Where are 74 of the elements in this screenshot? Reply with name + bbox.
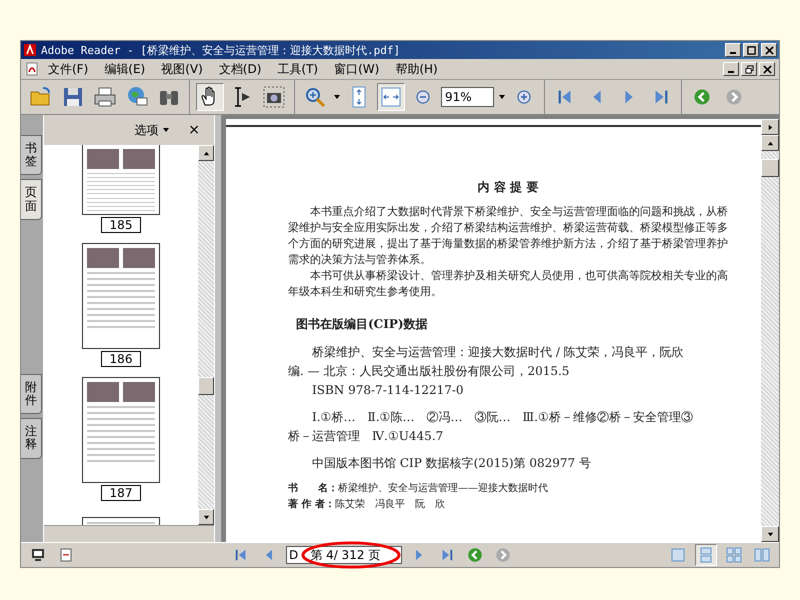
hand-tool-button[interactable]: [196, 83, 224, 111]
scroll-thumb[interactable]: [198, 376, 214, 395]
minus-icon: [414, 88, 432, 106]
paragraph: 本书可供从事桥梁设计、管理养护及相关研究人员使用，也可供高等院校相关专业的高年级本科生和研究生参考使用。: [288, 268, 728, 300]
side-tab[interactable]: 注释: [21, 418, 42, 458]
down-arrow-icon[interactable]: [202, 514, 210, 520]
cip-entry: 中国版本图书馆 CIP 数据核字(2015)第 082977 号: [311, 455, 592, 472]
menu-item[interactable]: 文件(F): [41, 60, 96, 78]
minimize-button[interactable]: [723, 62, 739, 76]
credit-value: 桥梁维护、安全与运营管理——迎接大数据时代: [338, 482, 548, 496]
pdf-icon: [25, 62, 39, 76]
menu-item[interactable]: 视图(V): [154, 60, 210, 78]
menu-item[interactable]: 窗口(W): [327, 60, 386, 78]
stacked-pages-icon: [698, 547, 714, 563]
maximize-icon: [746, 46, 756, 54]
scrollbar[interactable]: [198, 145, 214, 525]
cip-entry: 桥梁维护、安全与运营管理：迎接大数据时代 / 陈艾荣，冯良平，阮欣编. — 北京：人民交通出版社股份有限公司，2015.5: [288, 344, 685, 380]
menu-item[interactable]: 工具(T): [270, 60, 326, 78]
cip-heading: 图书在版编目(CIP)数据: [296, 316, 429, 333]
up-arrow-icon[interactable]: [766, 140, 774, 146]
app-logo-icon: [23, 43, 37, 57]
page-thumbnail[interactable]: [82, 243, 160, 349]
caret-icon[interactable]: [162, 126, 170, 134]
section-heading: 内 容 提 要: [476, 179, 540, 196]
credit-label: 著 作 者：: [288, 498, 335, 512]
printer-icon: [93, 85, 117, 109]
options-menu-button[interactable]: 选项: [134, 122, 158, 138]
close-icon: [762, 64, 772, 74]
paragraph: 本书重点介绍了大数据时代背景下桥梁维护、安全与运营管理面临的问题和挑战，从桥梁维护与安全应用实际出发，介绍了桥梁结构运营维护、桥梁运营荷载、桥梁模型修正等多个方面的研究进展，提出了基于海量数据的桥梁管养维护新方法，介绍了基于桥梁管理养护需求的决策方法与管养体系。: [288, 204, 728, 268]
continuous-button[interactable]: [695, 544, 717, 566]
scroll-thumb[interactable]: [761, 158, 779, 176]
page-thumbnail[interactable]: [82, 145, 160, 215]
down-arrow-icon[interactable]: [766, 530, 774, 538]
close-icon: [764, 46, 774, 54]
credit-value: 陈艾荣 冯良平 阮 欣: [334, 498, 445, 512]
scrollbar[interactable]: [761, 119, 779, 542]
fit-width-button[interactable]: [377, 83, 405, 111]
menu-item[interactable]: 编辑(E): [97, 60, 152, 78]
close-panel-button[interactable]: ×: [188, 122, 200, 138]
minimize-button[interactable]: [725, 43, 741, 57]
up-arrow-icon[interactable]: [202, 150, 210, 156]
credit-label: 书 名：: [288, 482, 338, 496]
cip-entry: ISBN 978-7-114-12217-0: [311, 382, 465, 399]
restore-icon: [744, 64, 754, 74]
plus-icon: [515, 88, 533, 106]
camera-icon: [262, 85, 286, 109]
page-thumbnail[interactable]: [82, 377, 160, 483]
minimize-icon: [730, 52, 736, 54]
monitor-icon: [30, 547, 46, 563]
side-tab[interactable]: 附件: [21, 374, 42, 414]
menu-item[interactable]: 文档(D): [212, 60, 268, 78]
menu-item[interactable]: 帮助(H): [388, 60, 445, 78]
grid-icon: [726, 547, 742, 563]
single-page-icon: [670, 547, 686, 563]
zoom-field[interactable]: 91%: [441, 87, 494, 107]
caret-icon[interactable]: [498, 93, 506, 101]
page-icon: [58, 547, 74, 563]
close-button[interactable]: [761, 43, 777, 57]
restore-button[interactable]: [741, 62, 757, 76]
page-number-label: 186: [101, 351, 141, 367]
page-number-label: 185: [101, 217, 141, 233]
right-arrow-icon[interactable]: [766, 124, 774, 130]
two-pages-icon: [754, 547, 770, 563]
page-number-label: 187: [101, 485, 141, 501]
caret-icon[interactable]: [333, 93, 341, 101]
magnifier-icon: [303, 85, 327, 109]
side-tab[interactable]: 书签: [21, 135, 42, 176]
side-tab[interactable]: 页面: [21, 179, 42, 220]
window-title: Adobe Reader - [桥梁维护、安全与运营管理：迎接大数据时代.pdf]: [41, 42, 402, 58]
close-button[interactable]: [759, 62, 775, 76]
cip-entry: Ⅰ.①桥… Ⅱ.①陈… ②冯… ③阮… Ⅲ.①桥－维修②桥－安全管理③桥－运营管理 Ⅳ.①U445.7: [288, 409, 694, 445]
maximize-button[interactable]: [743, 43, 759, 57]
minimize-icon: [728, 71, 734, 73]
fit-width-icon: [379, 85, 403, 109]
